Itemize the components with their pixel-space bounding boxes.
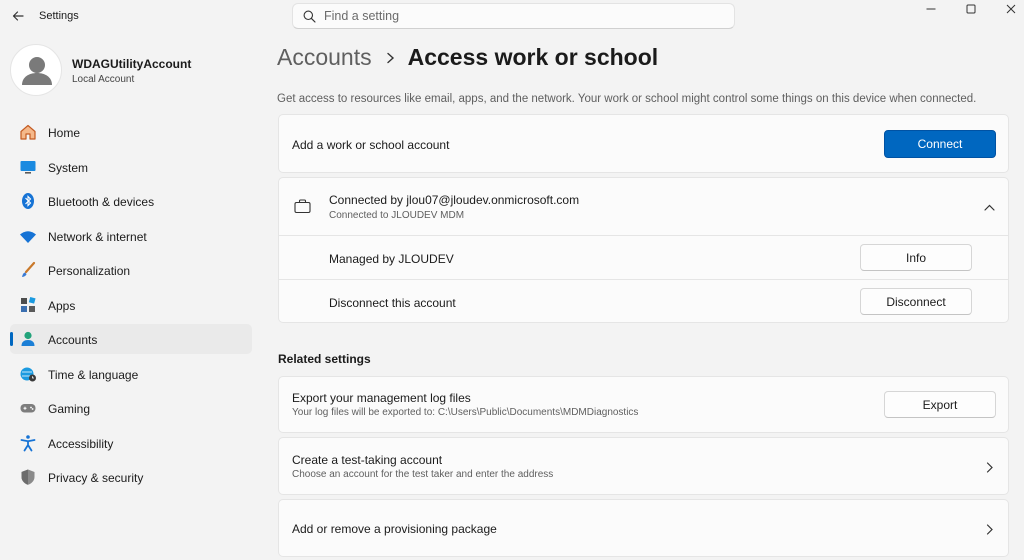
managed-by-label: Managed by JLOUDEV [329, 252, 454, 266]
connect-button[interactable]: Connect [884, 130, 996, 158]
maximize-icon [966, 4, 976, 14]
back-button[interactable] [8, 6, 28, 26]
sidebar-item-label: Bluetooth & devices [48, 195, 155, 209]
search-icon [303, 10, 316, 23]
user-profile[interactable]: WDAGUtilityAccount Local Account [10, 44, 250, 96]
sidebar-item-label: Time & language [48, 367, 139, 382]
app-title: Settings [39, 10, 79, 22]
disconnect-label: Disconnect this account [329, 296, 456, 310]
sidebar-item-personalization[interactable]: Personalization [10, 255, 252, 285]
chevron-right-icon [982, 522, 996, 536]
sidebar-nav: Home System Bluetooth & devices Network … [10, 117, 252, 497]
test-taking-title: Create a test-taking account [292, 453, 443, 467]
search-input[interactable] [324, 9, 704, 23]
chevron-right-icon [982, 460, 996, 474]
sidebar-item-label: Privacy & security [48, 471, 144, 485]
sidebar-item-home[interactable]: Home [10, 117, 252, 147]
chevron-right-icon [386, 52, 395, 64]
sidebar-item-label: System [48, 160, 89, 175]
sidebar-item-system[interactable]: System [10, 152, 252, 182]
page-title: Access work or school [407, 44, 659, 70]
profile-account-type: Local Account [72, 74, 135, 85]
user-avatar-icon [22, 57, 52, 85]
brush-icon [19, 261, 37, 279]
test-taking-subtitle: Choose an account for the test taker and… [292, 469, 554, 480]
sidebar-item-time-language[interactable]: Time & language [10, 359, 252, 389]
sidebar-item-label: Personalization [48, 264, 131, 278]
divider [279, 279, 1008, 280]
sidebar-item-label: Apps [48, 298, 76, 313]
breadcrumb: Accounts Access work or school [277, 44, 658, 71]
bluetooth-icon [19, 192, 37, 210]
export-subtitle: Your log files will be exported to: C:\U… [292, 407, 639, 418]
sidebar-item-apps[interactable]: Apps [10, 290, 252, 320]
briefcase-icon [294, 199, 311, 219]
system-icon [19, 158, 37, 176]
sidebar-item-privacy-security[interactable]: Privacy & security [10, 462, 252, 492]
provisioning-package-card[interactable]: Add or remove a provisioning package [278, 499, 1009, 557]
chevron-up-icon[interactable] [982, 200, 996, 214]
sidebar-item-gaming[interactable]: Gaming [10, 393, 252, 423]
connection-header[interactable]: Connected by jlou07@jloudev.onmicrosoft.… [279, 178, 1008, 235]
sidebar-item-label: Network & internet [48, 229, 147, 244]
export-button[interactable]: Export [884, 391, 996, 418]
sidebar-item-label: Accessibility [48, 436, 114, 451]
sidebar-item-accounts[interactable]: Accounts [10, 324, 252, 354]
connection-card: Connected by jlou07@jloudev.onmicrosoft.… [278, 177, 1009, 323]
title-bar: Settings [0, 0, 1024, 32]
sidebar-item-label: Home [48, 126, 81, 140]
export-logs-card: Export your management log files Your lo… [278, 376, 1009, 433]
accounts-icon [19, 330, 37, 348]
test-taking-account-card[interactable]: Create a test-taking account Choose an a… [278, 437, 1009, 495]
page-description: Get access to resources like email, apps… [277, 93, 977, 105]
related-settings-heading: Related settings [278, 352, 371, 366]
sidebar-item-accessibility[interactable]: Accessibility [10, 428, 252, 458]
info-button[interactable]: Info [860, 244, 972, 271]
globe-clock-icon [19, 365, 37, 383]
gamepad-icon [19, 399, 37, 417]
divider [279, 235, 1008, 236]
add-account-label: Add a work or school account [292, 138, 450, 152]
sidebar-item-label: Gaming [48, 402, 91, 416]
sidebar-item-label: Accounts [48, 333, 98, 347]
connection-title: Connected by jlou07@jloudev.onmicrosoft.… [329, 193, 580, 207]
apps-icon [19, 296, 37, 314]
sidebar-item-bluetooth[interactable]: Bluetooth & devices [10, 186, 252, 216]
connection-subtitle: Connected to JLOUDEV MDM [329, 210, 465, 221]
sidebar-item-network[interactable]: Network & internet [10, 221, 252, 251]
search-box[interactable] [292, 3, 735, 29]
close-icon [1006, 4, 1016, 14]
minimize-icon [926, 8, 936, 10]
breadcrumb-parent[interactable]: Accounts [277, 44, 372, 71]
disconnect-button[interactable]: Disconnect [860, 288, 972, 315]
profile-name: WDAGUtilityAccount [72, 57, 192, 71]
avatar [10, 44, 62, 96]
close-button[interactable] [988, 0, 1024, 18]
home-icon [19, 123, 37, 141]
shield-icon [19, 468, 37, 486]
add-account-card: Add a work or school account Connect [278, 114, 1009, 173]
export-title: Export your management log files [292, 391, 471, 405]
wifi-icon [19, 227, 37, 245]
back-arrow-icon [12, 11, 24, 21]
provisioning-title: Add or remove a provisioning package [292, 522, 497, 536]
accessibility-icon [19, 434, 37, 452]
